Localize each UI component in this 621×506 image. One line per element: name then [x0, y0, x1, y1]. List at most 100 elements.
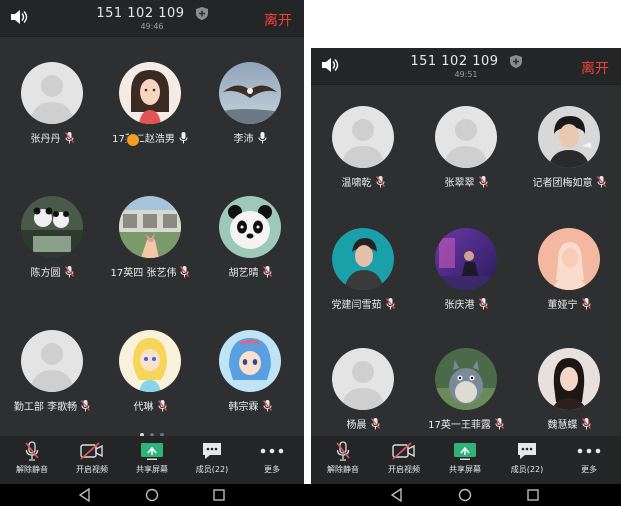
more-button[interactable]: 更多	[559, 440, 619, 475]
mic-muted-icon	[81, 399, 91, 411]
members-chat-icon	[203, 443, 221, 459]
participant-tile[interactable]: 记者团梅如意	[517, 106, 621, 189]
more-button[interactable]: 更多	[242, 440, 302, 475]
mic-on-icon	[179, 131, 188, 143]
system-nav-bar	[0, 484, 621, 506]
avatar	[21, 330, 83, 392]
participant-name-row: 董娅宁	[517, 296, 621, 311]
participant-tile[interactable]: 勤工部 李歌畅	[2, 330, 102, 413]
bottom-toolbar: 解除静音 开启视频 共享屏幕 成员(22) 更多	[311, 436, 621, 484]
members-label: 成员(22)	[510, 465, 544, 474]
mic-on-icon	[258, 131, 266, 143]
unmute-button[interactable]: 解除静音	[2, 440, 62, 475]
avatar	[219, 62, 281, 124]
participant-name: 魏慧蝶	[547, 420, 578, 431]
mic-muted-icon	[180, 265, 190, 277]
participant-name-row: 张翠翠	[414, 174, 518, 189]
participant-tile[interactable]: 韩宗霖	[200, 330, 300, 413]
recents-icon[interactable]	[526, 488, 540, 502]
meeting-screen-left: 151 102 109 49:46 离开 张丹丹 17英二赵浩男 李沛 陈方圆 17英四…	[0, 0, 304, 484]
participant-name-row: 勤工部 李歌畅	[2, 398, 102, 413]
participant-tile[interactable]: 陈方圆	[2, 196, 102, 279]
avatar	[119, 196, 181, 258]
participant-name: 党建闫雪茹	[331, 300, 382, 311]
participant-name: 张丹丹	[30, 134, 61, 145]
participant-name-row: 记者团梅如意	[517, 174, 621, 189]
bottom-toolbar: 解除静音 开启视频 共享屏幕 成员(22) 更多	[0, 436, 304, 484]
mic-muted-icon	[64, 265, 74, 277]
mic-muted-icon	[25, 441, 39, 461]
more-label: 更多	[264, 465, 280, 474]
members-button[interactable]: 成员(22)	[182, 440, 242, 475]
elapsed-time: 49:46	[140, 22, 164, 31]
participant-tile[interactable]: 17英四 张艺伟	[100, 196, 200, 279]
mic-muted-icon	[478, 297, 488, 309]
back-icon[interactable]	[78, 488, 92, 502]
participant-name-row: 17英四 张艺伟	[100, 264, 200, 279]
participant-name: 勤工部 李歌畅	[13, 402, 78, 413]
avatar	[219, 196, 281, 258]
share-screen-icon	[141, 442, 163, 460]
shield-plus-icon[interactable]	[195, 7, 208, 20]
participant-name-row: 温啸乾	[311, 174, 415, 189]
mic-muted-icon	[336, 441, 350, 461]
mic-muted-icon	[581, 297, 591, 309]
avatar	[435, 106, 497, 168]
avatar	[435, 348, 497, 410]
home-icon[interactable]	[145, 488, 159, 502]
share-screen-label: 共享屏幕	[136, 465, 168, 474]
participant-tile[interactable]: 温啸乾	[311, 106, 415, 189]
participant-tile[interactable]: 张翠翠	[414, 106, 518, 189]
recents-icon[interactable]	[212, 488, 226, 502]
home-icon[interactable]	[458, 488, 472, 502]
participant-name: 董娅宁	[547, 300, 578, 311]
participant-name-row: 代琳	[100, 398, 200, 413]
mic-muted-icon	[581, 417, 591, 429]
back-icon[interactable]	[390, 488, 404, 502]
shield-plus-icon[interactable]	[509, 55, 522, 68]
mic-muted-icon	[370, 417, 380, 429]
avatar	[332, 106, 394, 168]
participant-tile[interactable]: 代琳	[100, 330, 200, 413]
avatar	[21, 62, 83, 124]
participant-name: 温啸乾	[341, 178, 372, 189]
participant-tile[interactable]: 17英一王菲露	[414, 348, 518, 431]
share-screen-button[interactable]: 共享屏幕	[122, 440, 182, 475]
start-video-button[interactable]: 开启视频	[374, 440, 434, 475]
host-badge-icon	[126, 133, 140, 147]
share-screen-button[interactable]: 共享屏幕	[435, 440, 495, 475]
unmute-label: 解除静音	[16, 465, 48, 474]
participant-name-row: 党建闫雪茹	[311, 296, 415, 311]
participant-name-row: 陈方圆	[2, 264, 102, 279]
members-button[interactable]: 成员(22)	[497, 440, 557, 475]
participant-tile[interactable]: 胡艺晴	[200, 196, 300, 279]
elapsed-time: 49:51	[454, 70, 478, 79]
members-label: 成员(22)	[195, 465, 229, 474]
members-chat-icon	[518, 443, 536, 459]
mic-muted-icon	[478, 175, 488, 187]
more-dots-icon	[577, 448, 601, 454]
participant-tile[interactable]: 董娅宁	[517, 228, 621, 311]
more-label: 更多	[581, 465, 597, 474]
participant-name-row: 胡艺晴	[200, 264, 300, 279]
mic-muted-icon	[262, 399, 272, 411]
participant-name: 胡艺晴	[228, 268, 259, 279]
participant-tile[interactable]: 17英二赵浩男	[100, 62, 200, 147]
start-video-button[interactable]: 开启视频	[62, 440, 122, 475]
participant-name-row: 17英二赵浩男	[100, 130, 200, 145]
participant-tile[interactable]: 李沛	[200, 62, 300, 145]
leave-button[interactable]: 离开	[581, 58, 609, 78]
share-screen-icon	[454, 442, 476, 460]
participant-tile[interactable]: 张庆港	[414, 228, 518, 311]
avatar	[538, 348, 600, 410]
participant-tile[interactable]: 党建闫雪茹	[311, 228, 415, 311]
mic-muted-icon	[494, 417, 504, 429]
unmute-button[interactable]: 解除静音	[313, 440, 373, 475]
participant-tile[interactable]: 魏慧蝶	[517, 348, 621, 431]
avatar	[119, 330, 181, 392]
participant-tile[interactable]: 杨晨	[311, 348, 415, 431]
video-off-icon	[80, 442, 103, 460]
participant-name: 韩宗霖	[228, 402, 259, 413]
leave-button[interactable]: 离开	[264, 10, 292, 30]
participant-tile[interactable]: 张丹丹	[2, 62, 102, 145]
